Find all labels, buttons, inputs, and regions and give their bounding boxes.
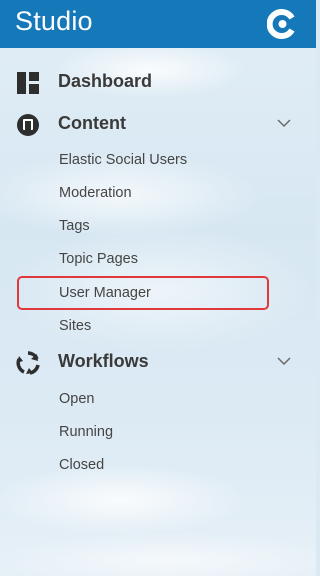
workflows-icon	[16, 351, 40, 375]
coremedia-logo-icon[interactable]	[267, 9, 297, 39]
nav-item-sites[interactable]: Sites	[59, 318, 91, 334]
nav-item-topic-pages[interactable]: Topic Pages	[59, 251, 138, 267]
app-header: Studio	[0, 0, 316, 48]
nav-dashboard[interactable]: Dashboard	[0, 67, 316, 97]
nav-item-running[interactable]: Running	[59, 424, 113, 440]
highlight-box	[17, 276, 269, 310]
nav-item-closed[interactable]: Closed	[59, 457, 104, 473]
nav-item-tags[interactable]: Tags	[59, 218, 90, 234]
chevron-down-icon[interactable]	[276, 117, 292, 129]
nav-dashboard-label: Dashboard	[58, 71, 153, 91]
nav-item-moderation[interactable]: Moderation	[59, 185, 132, 201]
nav-workflows-label: Workflows	[58, 351, 149, 371]
nav-item-elastic-social-users[interactable]: Elastic Social Users	[59, 152, 187, 168]
content-icon	[17, 114, 39, 136]
nav-item-open[interactable]: Open	[59, 391, 94, 407]
nav-workflows[interactable]: Workflows	[0, 347, 316, 377]
nav-content-label: Content	[58, 113, 126, 133]
app-title: Studio	[15, 6, 93, 36]
nav-content[interactable]: Content	[0, 109, 316, 139]
chevron-down-icon[interactable]	[276, 355, 292, 367]
dashboard-icon	[17, 72, 39, 94]
